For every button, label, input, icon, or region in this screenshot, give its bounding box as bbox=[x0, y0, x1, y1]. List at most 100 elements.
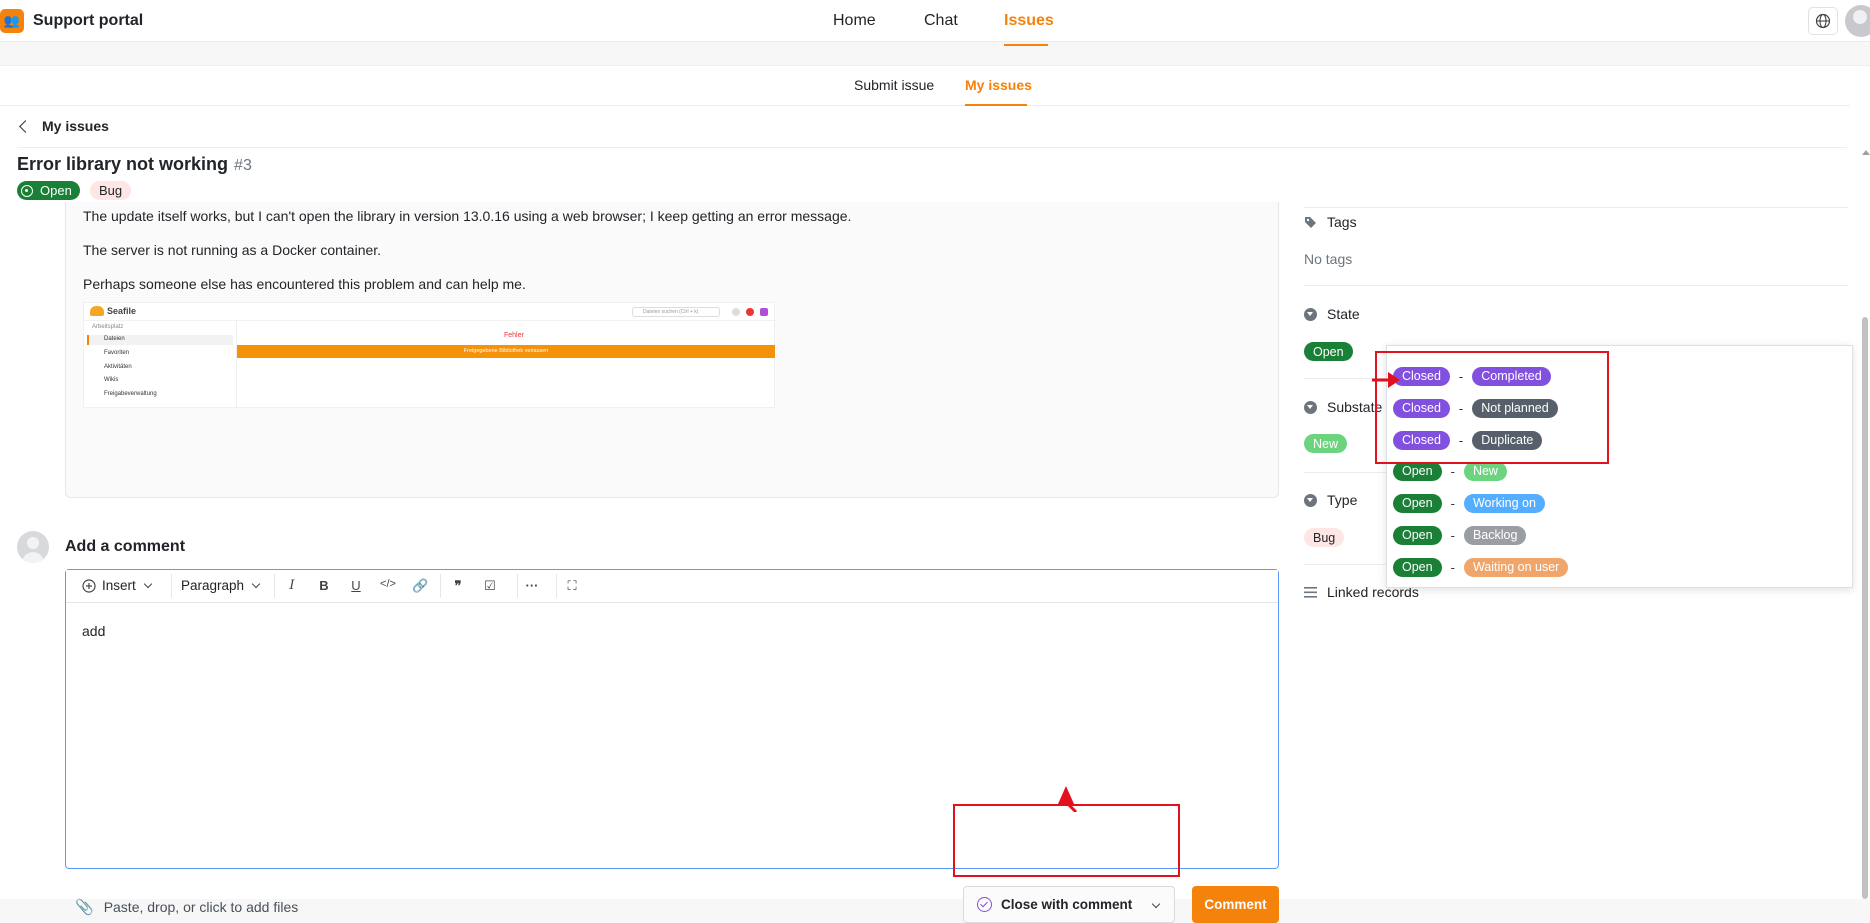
close-with-comment-label: Close with comment bbox=[1001, 897, 1133, 912]
tab-my-issues[interactable]: My issues bbox=[965, 77, 1032, 93]
top-navbar: 👥 Support portal Home Chat Issues bbox=[0, 0, 1870, 42]
chevron-circle-icon bbox=[1304, 307, 1317, 321]
check-circle-icon bbox=[977, 897, 992, 912]
state-label: State bbox=[1327, 306, 1360, 322]
plus-circle-icon bbox=[82, 578, 96, 593]
paragraph-dropdown[interactable]: Paragraph bbox=[181, 578, 261, 593]
tag-icon bbox=[1305, 216, 1316, 228]
dropdown-option[interactable]: Open - New bbox=[1393, 461, 1507, 481]
commenter-avatar bbox=[17, 531, 49, 563]
open-circle-icon bbox=[21, 184, 33, 197]
embedded-search: Dateien suchen (Ctrl + k) bbox=[632, 307, 720, 317]
nav-chat[interactable]: Chat bbox=[924, 12, 958, 30]
tags-section-title: Tags bbox=[1304, 214, 1357, 230]
scroll-up-arrow-icon[interactable] bbox=[1862, 150, 1870, 155]
dropdown-option[interactable]: Open - Working on bbox=[1393, 493, 1545, 513]
close-options-button[interactable] bbox=[1139, 886, 1175, 923]
paperclip-icon: 📎 bbox=[75, 899, 94, 916]
option-substate-pill: New bbox=[1463, 461, 1507, 481]
sidebar-divider bbox=[1304, 285, 1848, 286]
attach-hint: Paste, drop, or click to add files bbox=[103, 899, 299, 915]
option-substate-pill: Waiting on user bbox=[1463, 557, 1569, 577]
fullscreen-icon[interactable]: ⛶ bbox=[564, 578, 580, 594]
option-substate-pill: Working on bbox=[1463, 493, 1545, 513]
embedded-sidebar-header: Arbeitsplatz bbox=[92, 324, 124, 330]
option-separator: - bbox=[1450, 495, 1455, 511]
link-icon[interactable]: 🔗 bbox=[412, 578, 428, 594]
tags-value: No tags bbox=[1304, 251, 1353, 267]
issue-state-label: Open bbox=[40, 183, 72, 198]
embedded-sidebar-item: Freigabeverwaltung bbox=[104, 391, 157, 397]
embedded-header: Seafile Dateien suchen (Ctrl + k) bbox=[84, 303, 776, 321]
brand-logo-icon: 👥 bbox=[0, 9, 24, 33]
substate-section-title: Substate bbox=[1304, 399, 1382, 415]
more-icon[interactable]: ··· bbox=[524, 578, 540, 593]
issue-state-badge: Open bbox=[17, 181, 80, 200]
user-avatar[interactable] bbox=[1845, 5, 1870, 37]
seafile-logo-icon bbox=[90, 306, 104, 316]
type-label: Type bbox=[1327, 492, 1358, 508]
nav-active-indicator bbox=[1004, 44, 1048, 46]
chevron-down-icon bbox=[1151, 899, 1161, 909]
back-link[interactable]: My issues bbox=[17, 118, 109, 134]
list-icon bbox=[1304, 586, 1317, 598]
dropdown-option[interactable]: Open - Waiting on user bbox=[1393, 557, 1569, 577]
description-paragraph: The server is not running as a Docker co… bbox=[83, 242, 382, 258]
tab-submit-issue[interactable]: Submit issue bbox=[854, 77, 934, 93]
back-link-label: My issues bbox=[42, 118, 109, 134]
annotation-arrow-icon bbox=[1372, 372, 1400, 388]
comment-button[interactable]: Comment bbox=[1192, 886, 1279, 923]
toolbar-divider bbox=[556, 574, 557, 598]
blockquote-icon[interactable]: ❞ bbox=[450, 578, 466, 594]
embedded-sidebar: Arbeitsplatz Dateien Favoriten Aktivität… bbox=[84, 321, 237, 409]
nav-home[interactable]: Home bbox=[833, 12, 876, 30]
code-icon[interactable]: </> bbox=[380, 578, 396, 590]
issue-title: Error library not working #3 bbox=[17, 154, 252, 175]
vertical-scrollbar[interactable] bbox=[1862, 317, 1868, 899]
option-state-pill: Open bbox=[1393, 493, 1442, 513]
sub-tabs: Submit issue My issues bbox=[0, 66, 1850, 106]
option-state-pill: Open bbox=[1393, 461, 1442, 481]
toolbar-divider bbox=[171, 574, 172, 598]
embedded-screenshot[interactable]: Seafile Dateien suchen (Ctrl + k) Arbeit… bbox=[83, 302, 776, 409]
description-paragraph: Perhaps someone else has encountered thi… bbox=[83, 276, 526, 292]
state-value-pill[interactable]: Open bbox=[1304, 342, 1353, 361]
language-button[interactable] bbox=[1808, 7, 1838, 35]
type-section-title: Type bbox=[1304, 492, 1357, 508]
editor-toolbar: Insert Paragraph I B U </> 🔗 ❞ ☑ ··· ⛶ bbox=[66, 570, 1278, 603]
chevron-circle-icon bbox=[1304, 400, 1317, 414]
toolbar-divider bbox=[440, 574, 441, 598]
embedded-sidebar-item: Aktivitäten bbox=[104, 364, 132, 370]
italic-icon[interactable]: I bbox=[284, 578, 300, 593]
dropdown-option[interactable]: Open - Backlog bbox=[1393, 525, 1527, 545]
brand-name: Support portal bbox=[33, 12, 144, 29]
brand[interactable]: 👥 Support portal bbox=[0, 9, 143, 33]
option-separator: - bbox=[1450, 463, 1455, 479]
bold-icon[interactable]: B bbox=[316, 578, 332, 593]
attach-files[interactable]: 📎 Paste, drop, or click to add files bbox=[75, 898, 298, 916]
embedded-sidebar-item: Dateien bbox=[104, 336, 125, 342]
close-with-comment-button[interactable]: Close with comment bbox=[963, 886, 1140, 923]
checklist-icon[interactable]: ☑ bbox=[482, 578, 498, 594]
insert-label: Insert bbox=[102, 578, 136, 593]
globe-icon bbox=[1815, 13, 1831, 29]
editor-content[interactable]: add bbox=[82, 623, 105, 639]
option-state-pill: Open bbox=[1393, 557, 1442, 577]
embedded-logo: Seafile bbox=[90, 306, 136, 316]
issue-title-text: Error library not working bbox=[17, 154, 229, 174]
chevron-down-icon bbox=[143, 579, 153, 588]
embedded-sidebar-item: Favoriten bbox=[104, 350, 130, 356]
divider bbox=[17, 147, 1847, 148]
nav-issues[interactable]: Issues bbox=[1004, 12, 1054, 30]
insert-dropdown[interactable]: Insert bbox=[82, 578, 153, 593]
type-value-pill[interactable]: Bug bbox=[1304, 528, 1345, 547]
underline-icon[interactable]: U bbox=[348, 578, 364, 593]
option-separator: - bbox=[1450, 527, 1455, 543]
embedded-error-bar: Freigegebene Bibliothek verlassen bbox=[237, 345, 775, 358]
embedded-sidebar-item: Wikis bbox=[104, 377, 119, 383]
toolbar-divider bbox=[517, 574, 518, 598]
issue-number: #3 bbox=[234, 157, 252, 174]
substate-value-pill[interactable]: New bbox=[1304, 434, 1348, 453]
issue-description: The update itself works, but I can't ope… bbox=[65, 202, 1279, 498]
description-paragraph: The update itself works, but I can't ope… bbox=[83, 208, 852, 224]
